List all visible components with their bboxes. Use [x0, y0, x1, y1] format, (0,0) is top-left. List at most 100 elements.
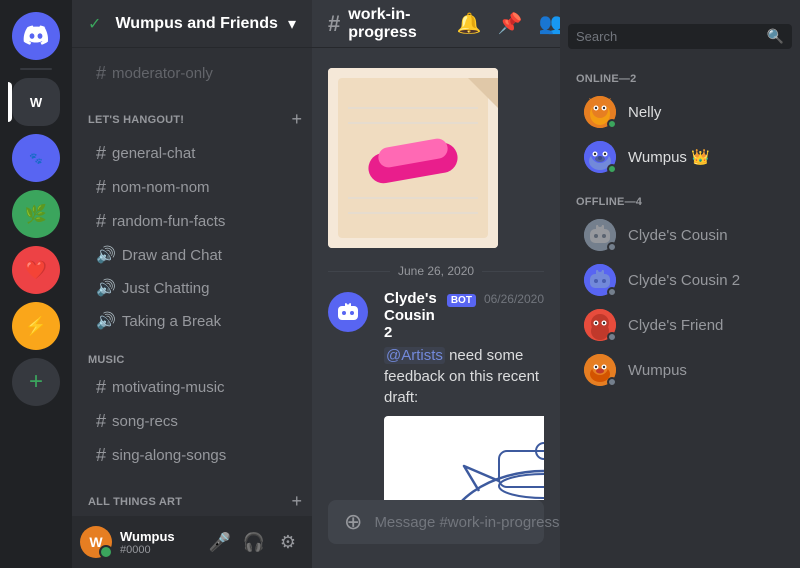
message-input[interactable]: [374, 514, 560, 531]
search-icon: 🔍: [767, 28, 784, 45]
speaker-icon: 🔊: [96, 278, 116, 298]
channel-header: # work-in-progress share the current dra…: [312, 0, 560, 48]
online-section-header: Online—2: [560, 57, 800, 89]
member-search-area: 🔍: [560, 16, 800, 57]
members-icon[interactable]: 👥: [539, 11, 560, 36]
member-name-clydes-cousin-2: Clyde's Cousin 2: [628, 272, 740, 289]
member-avatar-clydes-cousin: [584, 219, 616, 251]
channel-name: Taking a Break: [122, 313, 296, 330]
chat-input-box: ⊕ 🎁 GIF 😊: [328, 500, 544, 544]
member-item-wumpus-online[interactable]: Wumpus 👑: [568, 135, 792, 179]
member-item-clydes-cousin-2[interactable]: Clyde's Cousin 2: [568, 258, 792, 302]
member-item-clydes-friend[interactable]: Clyde's Friend: [568, 303, 792, 347]
channel-item-draw-and-chat[interactable]: 🔊 Draw and Chat: [80, 239, 304, 271]
server-icon-wumpus[interactable]: W: [12, 78, 60, 126]
hash-icon: #: [96, 211, 106, 232]
guild-checkmark: ✓: [88, 14, 101, 34]
bot-badge: BOT: [447, 294, 476, 307]
add-file-button[interactable]: ⊕: [344, 509, 362, 535]
date-divider: June 26, 2020: [312, 256, 560, 286]
hash-icon: #: [96, 377, 106, 398]
members-sidebar: 🔍 Online—2 Nelly: [560, 0, 800, 568]
status-dot: [607, 377, 617, 387]
server-sidebar: W 🐾 🌿 ❤️ ⚡ +: [0, 0, 72, 568]
status-dot: [607, 119, 617, 129]
channel-item-random-fun-facts[interactable]: # random-fun-facts: [80, 205, 304, 238]
user-controls: 🎤 🎧 ⚙: [204, 526, 304, 558]
status-dot: [607, 164, 617, 174]
category-all-things-art: All Things Art +: [72, 473, 312, 516]
server-divider: [20, 68, 52, 70]
headphones-button[interactable]: 🎧: [238, 526, 270, 558]
channel-item-nom-nom-nom[interactable]: # nom-nom-nom: [80, 171, 304, 204]
guild-chevron-icon: ▾: [288, 14, 296, 34]
status-dot: [607, 332, 617, 342]
channel-item-moderator-only[interactable]: # moderator-only: [80, 57, 304, 90]
channel-name: motivating-music: [112, 379, 296, 396]
channel-header-hash-icon: #: [328, 11, 340, 37]
channel-item-song-recs[interactable]: # song-recs: [80, 405, 304, 438]
channel-item-sing-along-songs[interactable]: # sing-along-songs: [80, 439, 304, 472]
server-icon-3[interactable]: ❤️: [12, 246, 60, 294]
server-icon-1[interactable]: 🐾: [12, 134, 60, 182]
user-settings-button[interactable]: ⚙: [272, 526, 304, 558]
channel-item-taking-a-break[interactable]: 🔊 Taking a Break: [80, 305, 304, 337]
member-avatar-clydes-cousin-2: [584, 264, 616, 296]
member-avatar-clydes-friend: [584, 309, 616, 341]
member-name-nelly: Nelly: [628, 104, 661, 121]
category-add-icon[interactable]: +: [289, 107, 304, 132]
member-name-wumpus-offline: Wumpus: [628, 362, 687, 379]
message-clydes-cousin-2: Clyde's Cousin 2 BOT 06/26/2020 @Artists…: [312, 286, 560, 500]
category-name: Let's Hangout!: [88, 114, 184, 126]
server-icon-discord[interactable]: [12, 12, 60, 60]
channel-name: nom-nom-nom: [112, 179, 296, 196]
member-name-clydes-cousin: Clyde's Cousin: [628, 227, 728, 244]
member-item-clydes-cousin[interactable]: Clyde's Cousin: [568, 213, 792, 257]
channel-list: # moderator-only Let's Hangout! + # gene…: [72, 48, 312, 516]
messages-area: June 26, 2020 Clyde's Cousin 2 BOT 06/26…: [312, 48, 560, 500]
guild-header[interactable]: ✓ Wumpus and Friends ▾: [72, 0, 312, 48]
channel-item-motivating-music[interactable]: # motivating-music: [80, 371, 304, 404]
server-icon-4[interactable]: ⚡: [12, 302, 60, 350]
message-timestamp: 06/26/2020: [484, 292, 544, 306]
mic-button[interactable]: 🎤: [204, 526, 236, 558]
image-message-craft: [312, 64, 560, 256]
server-icon-2[interactable]: 🌿: [12, 190, 60, 238]
bell-icon[interactable]: 🔔: [457, 11, 482, 36]
channel-name: random-fun-facts: [112, 213, 296, 230]
current-user-tag: #0000: [120, 544, 196, 556]
user-area: W Wumpus #0000 🎤 🎧 ⚙: [72, 516, 312, 568]
category-lets-hangout: Let's Hangout! +: [72, 91, 312, 136]
category-add-icon[interactable]: +: [289, 489, 304, 514]
member-item-nelly[interactable]: Nelly: [568, 90, 792, 134]
channel-name: general-chat: [112, 145, 296, 162]
offline-section-header: Offline—4: [560, 180, 800, 212]
hash-icon: #: [96, 143, 106, 164]
mention[interactable]: @Artists: [384, 347, 445, 364]
member-name-wumpus-online: Wumpus 👑: [628, 148, 710, 166]
member-item-wumpus-offline[interactable]: Wumpus: [568, 348, 792, 392]
channel-name: Just Chatting: [122, 280, 296, 297]
chat-input-area: ⊕ 🎁 GIF 😊: [312, 500, 560, 568]
user-info: Wumpus #0000: [120, 529, 196, 556]
add-server-button[interactable]: +: [12, 358, 60, 406]
channel-item-general-chat[interactable]: # general-chat: [80, 137, 304, 170]
speaker-icon: 🔊: [96, 245, 116, 265]
message-avatar: [328, 292, 368, 332]
channel-name: Draw and Chat: [122, 247, 296, 264]
channel-item-just-chatting[interactable]: 🔊 Just Chatting: [80, 272, 304, 304]
current-user-name: Wumpus: [120, 529, 196, 544]
message-content: Clyde's Cousin 2 BOT 06/26/2020 @Artists…: [384, 290, 544, 500]
date-text: June 26, 2020: [398, 264, 474, 278]
member-avatar-wumpus-offline: [584, 354, 616, 386]
hash-icon: #: [96, 445, 106, 466]
channel-header-name: work-in-progress: [348, 6, 416, 42]
hash-icon: #: [96, 411, 106, 432]
header-icons: 🔔 📌 👥 🔍 📥 ?: [457, 11, 560, 36]
member-name-clydes-friend: Clyde's Friend: [628, 317, 723, 334]
channel-sidebar: ✓ Wumpus and Friends ▾ # moderator-only …: [72, 0, 312, 568]
current-user-avatar: W: [80, 526, 112, 558]
message-author[interactable]: Clyde's Cousin 2: [384, 290, 439, 341]
member-search-input[interactable]: [576, 29, 761, 44]
pin-icon[interactable]: 📌: [498, 11, 523, 36]
